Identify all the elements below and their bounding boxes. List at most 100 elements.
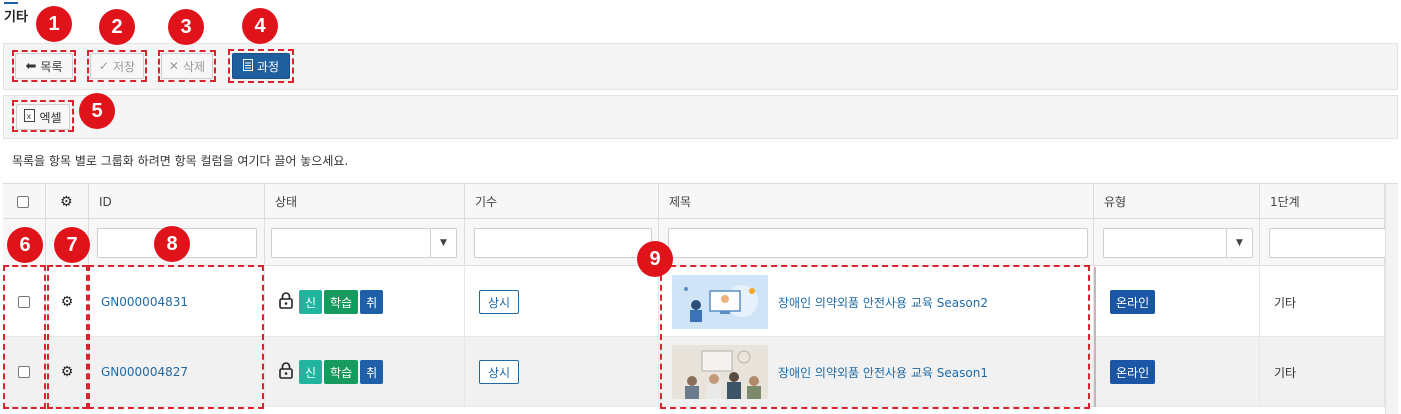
list-button[interactable]: ⬅ 목록	[15, 53, 73, 79]
course-grid: ⚙ ID 상태 기수 제목 유형 1단계 ▼ ▼ ⚙ GN000004831 신…	[3, 183, 1398, 414]
level1-filter-input[interactable]	[1269, 228, 1389, 258]
row-settings-cell: ⚙	[46, 267, 89, 337]
row-period-cell: 상시	[465, 337, 659, 407]
row-checkbox[interactable]	[18, 296, 30, 308]
list-button-label: 목록	[40, 59, 63, 74]
excel-button[interactable]: x 엑셀	[16, 104, 70, 130]
course-id-link[interactable]: GN000004831	[101, 295, 188, 309]
header-id-label: ID	[99, 194, 112, 209]
status-badge-study[interactable]: 학습	[324, 290, 359, 314]
course-thumbnail[interactable]	[672, 275, 768, 329]
title-filter-input[interactable]	[668, 228, 1088, 258]
row-status-cell: 신 학습 취	[265, 267, 465, 337]
back-arrow-icon: ⬅	[25, 58, 37, 74]
filter-cell-status: ▼	[265, 219, 465, 266]
status-badge-new[interactable]: 신	[299, 360, 323, 384]
type-badge: 온라인	[1110, 360, 1156, 384]
header-status-label: 상태	[275, 195, 298, 209]
course-button[interactable]: 과정	[232, 53, 290, 79]
header-title[interactable]: 제목	[659, 184, 1094, 219]
row-id-cell: GN000004827	[89, 337, 265, 407]
course-button-label: 과정	[256, 59, 280, 74]
check-icon: ✓	[98, 59, 109, 73]
row-type-cell: 온라인	[1094, 267, 1260, 337]
save-button[interactable]: ✓ 저장	[90, 53, 144, 79]
period-filter-input[interactable]	[474, 228, 652, 258]
row-checkbox[interactable]	[18, 366, 30, 378]
level1-value: 기타	[1274, 295, 1297, 310]
callout-3: 3	[168, 9, 204, 45]
row-title-cell: 장애인 의약외품 안전사용 교육 Season1	[659, 337, 1094, 407]
filter-cell-type: ▼	[1094, 219, 1260, 266]
lock-icon	[279, 362, 293, 382]
callout-6: 6	[7, 227, 43, 263]
delete-button-label: 삭제	[182, 59, 206, 74]
lock-icon	[279, 292, 293, 312]
page-title-text: 기타	[4, 10, 28, 25]
grid-scrollbar[interactable]	[1385, 184, 1398, 414]
page-title: 기타	[4, 2, 28, 25]
course-thumbnail[interactable]	[672, 345, 768, 399]
header-period-label: 기수	[475, 195, 498, 209]
header-status[interactable]: 상태	[265, 184, 465, 219]
header-period[interactable]: 기수	[465, 184, 659, 219]
course-title-link[interactable]: 장애인 의약외품 안전사용 교육 Season1	[778, 364, 988, 381]
row-settings-cell: ⚙	[46, 337, 89, 407]
close-icon: ✕	[168, 59, 179, 73]
row-id-cell: GN000004831	[89, 267, 265, 337]
select-all-checkbox[interactable]	[17, 195, 29, 208]
status-badge-cancel[interactable]: 취	[360, 360, 384, 384]
filter-cell-period	[465, 219, 659, 266]
title-accent-bar	[4, 2, 18, 4]
row-title-cell: 장애인 의약외품 안전사용 교육 Season2	[659, 267, 1094, 337]
period-badge: 상시	[479, 290, 520, 314]
course-id-link[interactable]: GN000004827	[101, 365, 188, 379]
header-id[interactable]: ID	[89, 184, 265, 219]
row-period-cell: 상시	[465, 267, 659, 337]
header-title-label: 제목	[669, 195, 692, 209]
row-level1-cell: 기타	[1260, 267, 1385, 337]
period-badge: 상시	[479, 360, 520, 384]
header-type[interactable]: 유형	[1094, 184, 1260, 219]
export-toolbar	[3, 95, 1398, 139]
status-badge-cancel[interactable]: 취	[360, 290, 384, 314]
callout-7: 7	[54, 227, 90, 263]
callout-8: 8	[154, 226, 190, 262]
header-type-label: 유형	[1104, 195, 1127, 209]
row-select-cell	[3, 267, 46, 337]
callout-2: 2	[99, 9, 135, 45]
row-select-cell	[3, 337, 46, 407]
type-badge: 온라인	[1110, 290, 1156, 314]
group-by-hint: 목록을 항목 별로 그룹화 하려면 항목 컬럼을 여기다 끌어 놓으세요.	[12, 154, 349, 168]
status-badge-study[interactable]: 학습	[324, 360, 359, 384]
caret-down-icon[interactable]: ▼	[430, 229, 456, 257]
callout-1: 1	[36, 6, 72, 42]
header-settings[interactable]: ⚙	[46, 184, 89, 219]
status-badge-new[interactable]: 신	[299, 290, 323, 314]
callout-5: 5	[79, 93, 115, 129]
course-title-link[interactable]: 장애인 의약외품 안전사용 교육 Season2	[778, 294, 988, 311]
caret-down-icon[interactable]: ▼	[1226, 229, 1252, 257]
filter-cell-level1	[1260, 219, 1389, 266]
status-filter-select[interactable]: ▼	[271, 228, 457, 258]
gear-icon[interactable]: ⚙	[61, 294, 74, 310]
row-level1-cell: 기타	[1260, 337, 1385, 407]
table-row[interactable]: ⚙ GN000004831 신 학습 취 상시 장애인 의약외품 안전사용 교육…	[3, 267, 1398, 337]
callout-4: 4	[242, 8, 278, 44]
delete-button[interactable]: ✕ 삭제	[161, 53, 213, 79]
filter-cell-title	[659, 219, 1094, 266]
type-filter-select[interactable]: ▼	[1103, 228, 1253, 258]
excel-button-label: 엑셀	[39, 110, 62, 125]
level1-value: 기타	[1274, 365, 1297, 380]
header-select-all[interactable]	[3, 184, 46, 219]
save-button-label: 저장	[112, 59, 136, 74]
table-row[interactable]: ⚙ GN000004827 신 학습 취 상시 장애인 의약외품 안전사용 교육…	[3, 337, 1398, 407]
document-icon	[242, 58, 253, 74]
header-level1-label: 1단계	[1270, 195, 1300, 209]
row-status-cell: 신 학습 취	[265, 337, 465, 407]
header-level1[interactable]: 1단계	[1260, 184, 1385, 219]
row-type-cell: 온라인	[1094, 337, 1260, 407]
svg-text:x: x	[27, 112, 32, 121]
gear-icon[interactable]: ⚙	[61, 364, 74, 380]
gear-icon[interactable]: ⚙	[60, 194, 73, 210]
